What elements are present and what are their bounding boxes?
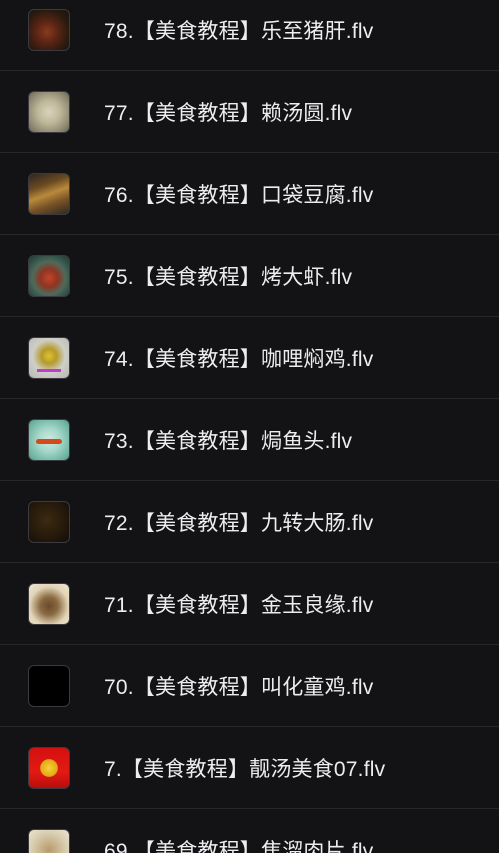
list-item[interactable]: 74.【美食教程】咖哩焖鸡.flv [0, 317, 499, 399]
video-thumbnail [28, 418, 70, 461]
list-item[interactable]: 75.【美食教程】烤大虾.flv [0, 235, 499, 317]
list-item[interactable]: 73.【美食教程】焗鱼头.flv [0, 399, 499, 481]
video-thumbnail [28, 336, 70, 379]
list-item[interactable]: 77.【美食教程】赖汤圆.flv [0, 71, 499, 153]
list-item[interactable]: 76.【美食教程】口袋豆腐.flv [0, 153, 499, 235]
file-name: 74.【美食教程】咖哩焖鸡.flv [104, 347, 374, 371]
file-name: 69.【美食教程】焦溜肉片.flv [104, 839, 374, 853]
file-name: 73.【美食教程】焗鱼头.flv [104, 429, 353, 453]
file-name: 72.【美食教程】九转大肠.flv [104, 511, 374, 535]
video-thumbnail [28, 582, 70, 625]
list-item[interactable]: 72.【美食教程】九转大肠.flv [0, 481, 499, 563]
file-name: 70.【美食教程】叫化童鸡.flv [104, 675, 374, 699]
list-item[interactable]: 71.【美食教程】金玉良缘.flv [0, 563, 499, 645]
video-thumbnail [28, 746, 70, 789]
video-thumbnail [28, 664, 70, 707]
file-name: 78.【美食教程】乐至猪肝.flv [104, 19, 374, 43]
video-thumbnail [28, 172, 70, 215]
video-thumbnail [28, 90, 70, 133]
video-file-list: 78.【美食教程】乐至猪肝.flv 77.【美食教程】赖汤圆.flv 76.【美… [0, 0, 499, 853]
video-thumbnail [28, 8, 70, 51]
video-thumbnail [28, 254, 70, 297]
video-thumbnail [28, 828, 70, 853]
file-name: 7.【美食教程】靓汤美食07.flv [104, 757, 386, 781]
file-name: 75.【美食教程】烤大虾.flv [104, 265, 353, 289]
file-name: 77.【美食教程】赖汤圆.flv [104, 101, 353, 125]
list-item[interactable]: 7.【美食教程】靓汤美食07.flv [0, 727, 499, 809]
video-thumbnail [28, 500, 70, 543]
file-name: 76.【美食教程】口袋豆腐.flv [104, 183, 374, 207]
list-item[interactable]: 69.【美食教程】焦溜肉片.flv [0, 809, 499, 853]
list-item[interactable]: 70.【美食教程】叫化童鸡.flv [0, 645, 499, 727]
file-name: 71.【美食教程】金玉良缘.flv [104, 593, 374, 617]
list-item[interactable]: 78.【美食教程】乐至猪肝.flv [0, 0, 499, 71]
